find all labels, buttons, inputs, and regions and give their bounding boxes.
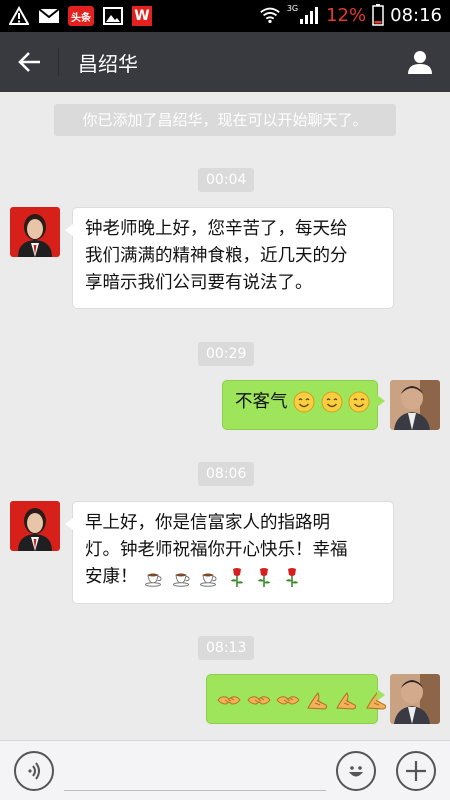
clock: 08:16 [390, 4, 442, 26]
message-timestamp: 08:13 [198, 636, 255, 660]
message-text: 安康！ [85, 567, 138, 587]
person-icon [408, 51, 432, 74]
coffee-emoji-icon [145, 573, 162, 587]
message-timestamp: 08:06 [198, 462, 255, 486]
coffee-emoji-icon [172, 573, 190, 587]
rose-emoji-icon [285, 568, 298, 587]
back-button[interactable] [10, 44, 50, 80]
status-bar: 头条 W 3G 12% 08:16 [0, 0, 450, 32]
message-text-line: 钟老师晚上好，您辛苦了，每天给 [85, 219, 348, 239]
contact-name: 昌绍华 [78, 52, 138, 76]
contact-profile-button[interactable] [402, 44, 438, 80]
gallery-icon [102, 5, 124, 27]
contact-avatar[interactable] [10, 207, 60, 257]
my-avatar[interactable] [390, 674, 440, 724]
more-options-button[interactable] [396, 751, 436, 791]
fist-salute-emoji-icon [366, 692, 387, 710]
handshake-emoji-icon [246, 696, 271, 705]
fist-salute-emoji-icon [306, 692, 327, 710]
mail-icon [38, 5, 60, 27]
message-text-line: 早上好，你是信富家人的指路明 [85, 513, 330, 533]
header-divider [58, 48, 59, 76]
handshake-emoji-icon [276, 696, 300, 705]
smile-emoji-icon [348, 391, 370, 413]
voice-input-button[interactable] [14, 751, 54, 791]
my-avatar[interactable] [390, 380, 440, 430]
outgoing-message-bubble[interactable] [206, 674, 387, 724]
incoming-message-bubble[interactable]: 钟老师晚上好，您辛苦了，每天给 我们满满的精神食粮，近几天的分 享暗示我们公司要… [65, 207, 394, 309]
message-text-line: 我们满满的精神食粮，近几天的分 [85, 246, 348, 266]
battery-percent: 12% [326, 4, 367, 26]
fist-salute-emoji-icon [336, 692, 357, 710]
warning-upload-icon [8, 5, 30, 27]
message-timestamp: 00:29 [198, 342, 255, 366]
back-arrow-icon [18, 52, 40, 72]
contact-avatar[interactable] [10, 501, 60, 551]
message-text-line-with-emoji: 安康！ [85, 564, 381, 591]
message-text-line: 享暗示我们公司要有说法了。 [85, 273, 313, 293]
outgoing-message-bubble[interactable]: 不客气 [222, 380, 385, 430]
message-text: 不客气 [235, 392, 288, 412]
rose-emoji-icon [230, 568, 243, 587]
network-type-label: 3G [286, 3, 299, 13]
emoji-face-icon [349, 766, 363, 777]
wifi-icon [259, 4, 281, 26]
handshake-emoji-icon [217, 696, 241, 705]
smile-emoji-icon [293, 391, 315, 413]
signal-strength-icon [298, 4, 320, 26]
coffee-emoji-icon [200, 573, 217, 587]
system-message: 你已添加了昌绍华，现在可以开始聊天了。 [54, 104, 396, 136]
chat-header: 昌绍华 [0, 32, 450, 92]
battery-icon [372, 4, 384, 26]
system-icons: 3G 12% 08:16 [259, 4, 442, 26]
incoming-message-bubble[interactable]: 早上好，你是信富家人的指路明 灯。钟老师祝福你开心快乐！幸福 安康！ [65, 501, 394, 604]
smile-emoji-icon [321, 391, 343, 413]
message-text-line: 灯。钟老师祝福你开心快乐！幸福 [85, 540, 348, 560]
message-list[interactable]: 你已添加了昌绍华，现在可以开始聊天了。 00:04 钟老师晚上好，您辛苦了，每天… [0, 92, 450, 740]
news-app-icon: 头条 [68, 6, 94, 26]
chat-input-bar [0, 740, 450, 800]
message-input[interactable] [64, 755, 326, 791]
rose-emoji-icon [258, 568, 271, 587]
voice-icon [28, 762, 40, 780]
plus-icon [406, 761, 426, 781]
office-app-icon: W [132, 6, 152, 26]
message-timestamp: 00:04 [198, 168, 255, 192]
notification-icons: 头条 W [8, 5, 152, 27]
emoji-button[interactable] [336, 751, 376, 791]
